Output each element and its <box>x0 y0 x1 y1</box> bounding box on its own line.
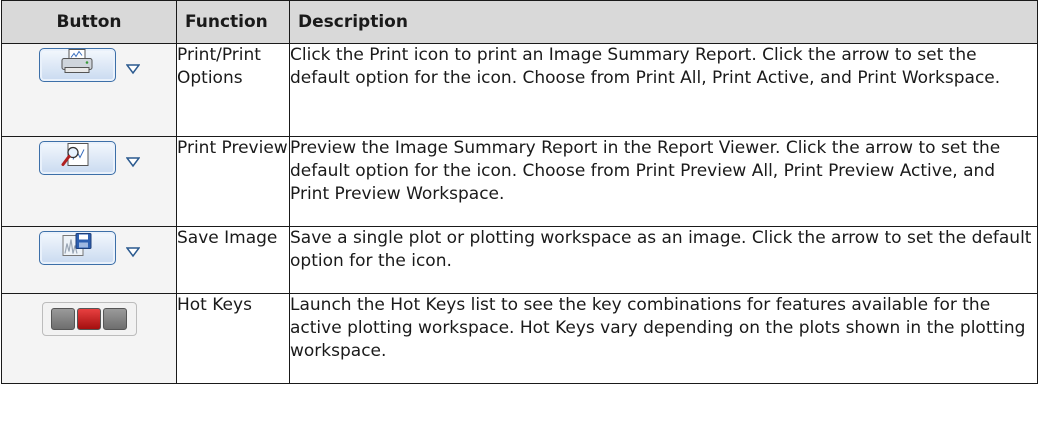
table-row: Print Preview Preview the Image Summary … <box>1 136 1038 227</box>
print-button[interactable] <box>38 48 116 82</box>
button-cell <box>1 43 177 137</box>
function-cell: Print/Print Options <box>176 43 290 137</box>
gray-key-icon <box>103 308 127 330</box>
table-header-row: Button Function Description <box>1 0 1038 44</box>
description-cell: Preview the Image Summary Report in the … <box>289 136 1038 227</box>
gray-key-icon <box>51 308 75 330</box>
button-function-table: Button Function Description Print/Print … <box>1 0 1038 384</box>
table-row: Hot Keys Launch the Hot Keys list to see… <box>1 293 1038 384</box>
button-cell <box>1 136 177 227</box>
table-row: Save Image Save a single plot or plottin… <box>1 226 1038 294</box>
hot-keys-button[interactable] <box>41 302 137 336</box>
button-cell <box>1 226 177 294</box>
header-function: Function <box>176 0 290 44</box>
button-cell <box>1 293 177 384</box>
print-preview-button[interactable] <box>38 141 116 175</box>
print-icon <box>59 49 95 82</box>
function-cell: Hot Keys <box>176 293 290 384</box>
description-cell: Click the Print icon to print an Image S… <box>289 43 1038 137</box>
description-cell: Launch the Hot Keys list to see the key … <box>289 293 1038 384</box>
hot-keys-icon <box>77 308 101 330</box>
table-row: Print/Print Options Click the Print icon… <box>1 43 1038 137</box>
save-image-icon <box>59 232 95 265</box>
header-button: Button <box>1 0 177 44</box>
print-preview-icon <box>59 142 95 175</box>
function-cell: Print Preview <box>176 136 290 227</box>
print-preview-arrow-icon[interactable] <box>125 152 140 168</box>
header-description: Description <box>289 0 1038 44</box>
save-image-arrow-icon[interactable] <box>125 242 140 258</box>
description-cell: Save a single plot or plotting workspace… <box>289 226 1038 294</box>
save-image-button[interactable] <box>38 231 116 265</box>
print-options-arrow-icon[interactable] <box>125 59 140 75</box>
function-cell: Save Image <box>176 226 290 294</box>
